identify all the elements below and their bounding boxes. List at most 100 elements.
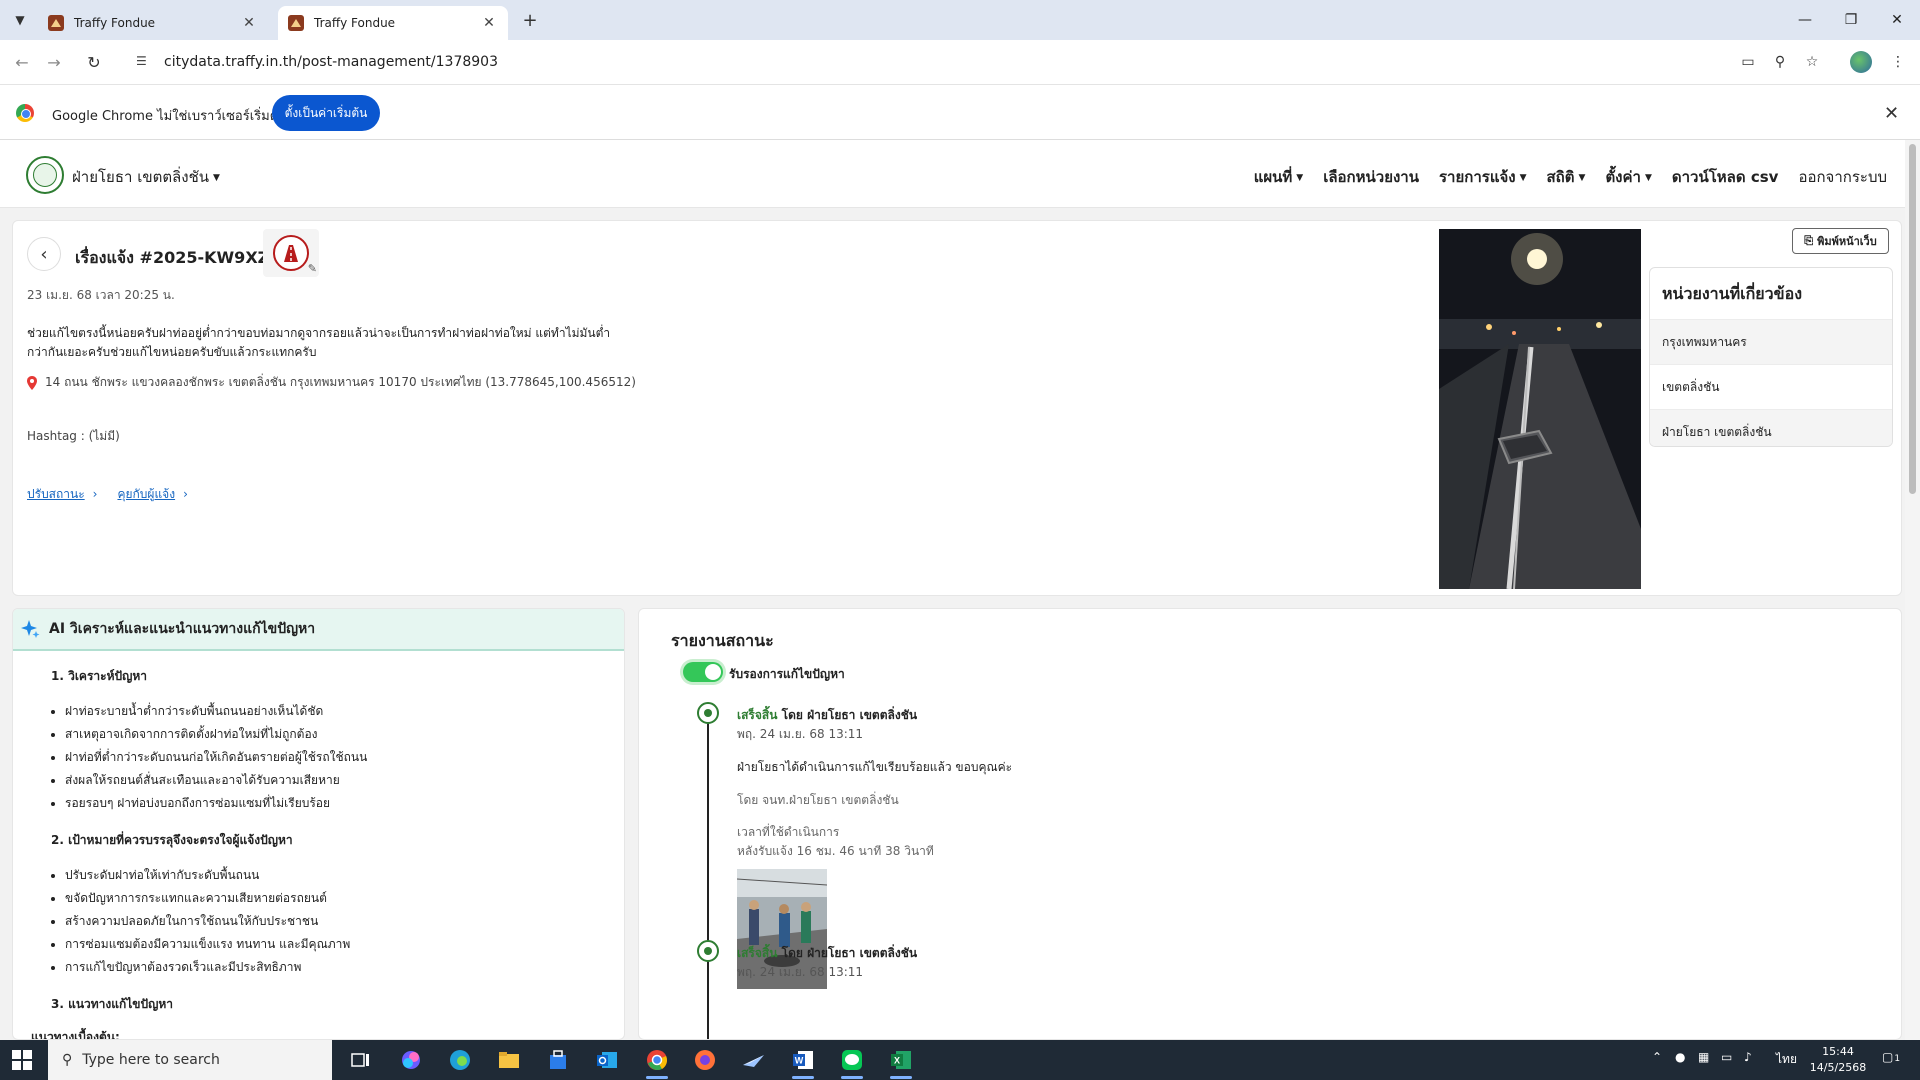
site-settings-icon[interactable]: ☰ xyxy=(136,54,152,70)
nav-select-agency[interactable]: เลือกหน่วยงาน xyxy=(1323,165,1419,189)
org-selector[interactable]: ฝ่ายโยธา เขตตลิ่งชัน ▼ xyxy=(72,165,220,189)
omnibox[interactable]: ☰ citydata.traffy.in.th/post-management/… xyxy=(122,46,1742,78)
bookmark-star-icon[interactable]: ☆ xyxy=(1802,52,1822,72)
ai-section-heading: 3. แนวทางแก้ไขปัญหา xyxy=(51,997,173,1011)
list-item: ส่งผลให้รถยนต์สั่นสะเทือนและอาจได้รับควา… xyxy=(65,769,624,792)
chevron-right-icon: › xyxy=(183,487,188,501)
report-actions: ปรับสถานะ › คุยกับผู้แจ้ง › xyxy=(27,485,188,504)
input-language[interactable]: ไทย xyxy=(1776,1050,1797,1069)
timeline-entry-date: พฤ. 24 เม.ย. 68 13:11 xyxy=(737,965,864,979)
search-icon: ⚲ xyxy=(62,1052,73,1068)
task-view-icon[interactable] xyxy=(346,1046,376,1074)
ai-analysis-card: AI วิเคราะห์และแนะนำแนวทางแก้ไขปัญหา 1. … xyxy=(12,608,625,1040)
windows-start-icon[interactable] xyxy=(12,1050,32,1070)
nav-statistics[interactable]: สถิติ ▼ xyxy=(1547,165,1586,189)
timeline-node-icon xyxy=(697,702,719,724)
browser-tab-1[interactable]: Traffy Fondue ✕ xyxy=(38,6,268,40)
profile-avatar[interactable] xyxy=(1850,51,1872,73)
ai-section-list: ฝาท่อระบายน้ำต่ำกว่าระดับพื้นถนนอย่างเห็… xyxy=(39,700,624,815)
bma-seal-logo[interactable] xyxy=(26,156,64,194)
category-icon[interactable]: ✎ xyxy=(263,229,319,277)
taskbar-search-input[interactable]: ⚲ Type here to search xyxy=(48,1040,332,1080)
timeline-entry-duration-label: เวลาที่ใช้ดำเนินการ xyxy=(737,825,840,839)
change-status-link[interactable]: ปรับสถานะ › xyxy=(27,485,97,504)
timeline-entry-heading: เสร็จสิ้น โดย ฝ่ายโยธา เขตตลิ่งชัน xyxy=(737,946,918,960)
browser-tab-2[interactable]: Traffy Fondue ✕ xyxy=(278,6,508,40)
caret-down-icon: ▼ xyxy=(1644,172,1652,183)
nav-logout[interactable]: ออกจากระบบ xyxy=(1798,165,1887,189)
chrome-taskbar-icon[interactable] xyxy=(642,1046,672,1079)
timeline-line xyxy=(707,709,709,1039)
edit-icon[interactable]: ✎ xyxy=(308,262,317,275)
nav-settings[interactable]: ตั้งค่า ▼ xyxy=(1605,165,1651,189)
set-default-button[interactable]: ตั้งเป็นค่าเริ่มต้น xyxy=(272,95,380,131)
scrollbar-thumb[interactable] xyxy=(1909,144,1916,494)
app-navbar: ฝ่ายโยธา เขตตลิ่งชัน ▼ แผนที่ ▼ เลือกหน่วย… xyxy=(0,140,1905,208)
banner-message: Google Chrome ไม่ใช่เบราว์เซอร์เริ่มต้น xyxy=(52,109,288,124)
store-icon[interactable] xyxy=(543,1046,573,1074)
timeline-entry-text: ฝ่ายโยธาได้ดำเนินการแก้ไขเรียบร้อยแล้ว ข… xyxy=(737,760,1013,774)
back-arrow-icon[interactable]: ← xyxy=(10,50,34,74)
word-icon[interactable]: W xyxy=(788,1046,818,1079)
timeline-entry-date: พฤ. 24 เม.ย. 68 13:11 xyxy=(737,727,864,741)
file-explorer-icon[interactable] xyxy=(494,1046,524,1074)
agency-item[interactable]: ฝ่ายโยธา เขตตลิ่งชัน xyxy=(1650,409,1892,446)
chevron-up-icon[interactable]: ⌃ xyxy=(1652,1050,1662,1064)
zoom-icon[interactable]: ⚲ xyxy=(1770,52,1790,72)
nav-reports[interactable]: รายการแจ้ง ▼ xyxy=(1439,165,1527,189)
security-icon[interactable]: ▦ xyxy=(1698,1050,1709,1064)
approve-fix-toggle[interactable] xyxy=(683,662,723,682)
list-item: การแก้ไขปัญหาต้องรวดเร็วและมีประสิทธิภาพ xyxy=(65,956,624,979)
list-item: ฝาท่อที่ต่ำกว่าระดับถนนก่อให้เกิดอันตราย… xyxy=(65,746,624,769)
close-icon[interactable]: ✕ xyxy=(480,15,498,31)
print-button[interactable]: ⎘ พิมพ์หน้าเว็บ xyxy=(1792,228,1889,254)
minimize-icon[interactable]: — xyxy=(1782,0,1828,40)
tab-search-icon[interactable]: ▼ xyxy=(8,8,32,32)
reload-icon[interactable]: ↻ xyxy=(82,50,106,74)
road-icon xyxy=(273,235,309,271)
line-icon[interactable] xyxy=(837,1046,867,1079)
report-address: 14 ถนน ชักพระ แขวงคลองชักพระ เขตตลิ่งชัน… xyxy=(27,373,636,392)
restore-icon[interactable]: ❐ xyxy=(1828,0,1874,40)
banner-close-icon[interactable]: ✕ xyxy=(1884,103,1899,124)
ai-subheading: แนวทางเบื้องต้น: xyxy=(31,1030,120,1040)
agency-item[interactable]: กรุงเทพมหานคร xyxy=(1650,319,1892,364)
report-photo[interactable] xyxy=(1439,229,1641,589)
new-tab-button[interactable]: + xyxy=(518,8,542,32)
copilot-icon[interactable] xyxy=(396,1046,426,1074)
firefox-icon[interactable] xyxy=(690,1046,720,1074)
ai-section-heading: 1. วิเคราะห์ปัญหา xyxy=(51,669,147,683)
excel-icon[interactable]: X xyxy=(886,1046,916,1079)
list-item: สร้างความปลอดภัยในการใช้ถนนให้กับประชาชน xyxy=(65,910,624,933)
caret-down-icon: ▼ xyxy=(1578,172,1586,183)
timeline-node-icon xyxy=(697,940,719,962)
chrome-logo-icon xyxy=(16,104,34,122)
install-app-icon[interactable]: ▭ xyxy=(1738,52,1758,72)
nav-map[interactable]: แผนที่ ▼ xyxy=(1254,165,1304,189)
volume-icon[interactable]: ♪ xyxy=(1744,1050,1752,1064)
report-detail-card: ‹ เรื่องแจ้ง #2025-KW9XZF ✎ 23 เม.ย. 68 … xyxy=(12,220,1902,596)
agency-item[interactable]: เขตตลิ่งชัน xyxy=(1650,364,1892,409)
back-button[interactable]: ‹ xyxy=(27,237,61,271)
status-report-title: รายงานสถานะ xyxy=(671,631,774,650)
close-icon[interactable]: ✕ xyxy=(240,15,258,31)
forward-arrow-icon[interactable]: → xyxy=(42,50,66,74)
outlook-icon[interactable] xyxy=(592,1046,622,1074)
edge-browser-icon[interactable] xyxy=(445,1046,475,1074)
timeline-entry-heading: เสร็จสิ้น โดย ฝ่ายโยธา เขตตลิ่งชัน xyxy=(737,708,918,722)
window-close-icon[interactable]: ✕ xyxy=(1874,0,1920,40)
network-icon[interactable]: ▭ xyxy=(1721,1050,1732,1064)
app-plane-icon[interactable] xyxy=(739,1046,769,1074)
traffy-favicon-icon xyxy=(288,15,304,31)
svg-text:X: X xyxy=(894,1056,900,1066)
taskbar-clock[interactable]: 15:44 14/5/2568 xyxy=(1808,1044,1868,1076)
list-item: รอยรอบๆ ฝาท่อบ่งบอกถึงการซ่อมแซมที่ไม่เร… xyxy=(65,792,624,815)
meet-icon[interactable]: ● xyxy=(1675,1050,1685,1064)
chrome-menu-icon[interactable]: ⋮ xyxy=(1888,52,1908,72)
page-scrollbar[interactable] xyxy=(1905,140,1920,1040)
notification-icon[interactable]: ▢1 xyxy=(1882,1050,1900,1064)
chat-reporter-link[interactable]: คุยกับผู้แจ้ง › xyxy=(117,485,187,504)
ai-section-heading: 2. เป้าหมายที่ควรบรรลุจึงจะตรงใจผู้แจ้งป… xyxy=(51,833,293,847)
hashtag-text: Hashtag : (ไม่มี) xyxy=(27,429,120,443)
nav-download-csv[interactable]: ดาวน์โหลด csv xyxy=(1672,165,1779,189)
